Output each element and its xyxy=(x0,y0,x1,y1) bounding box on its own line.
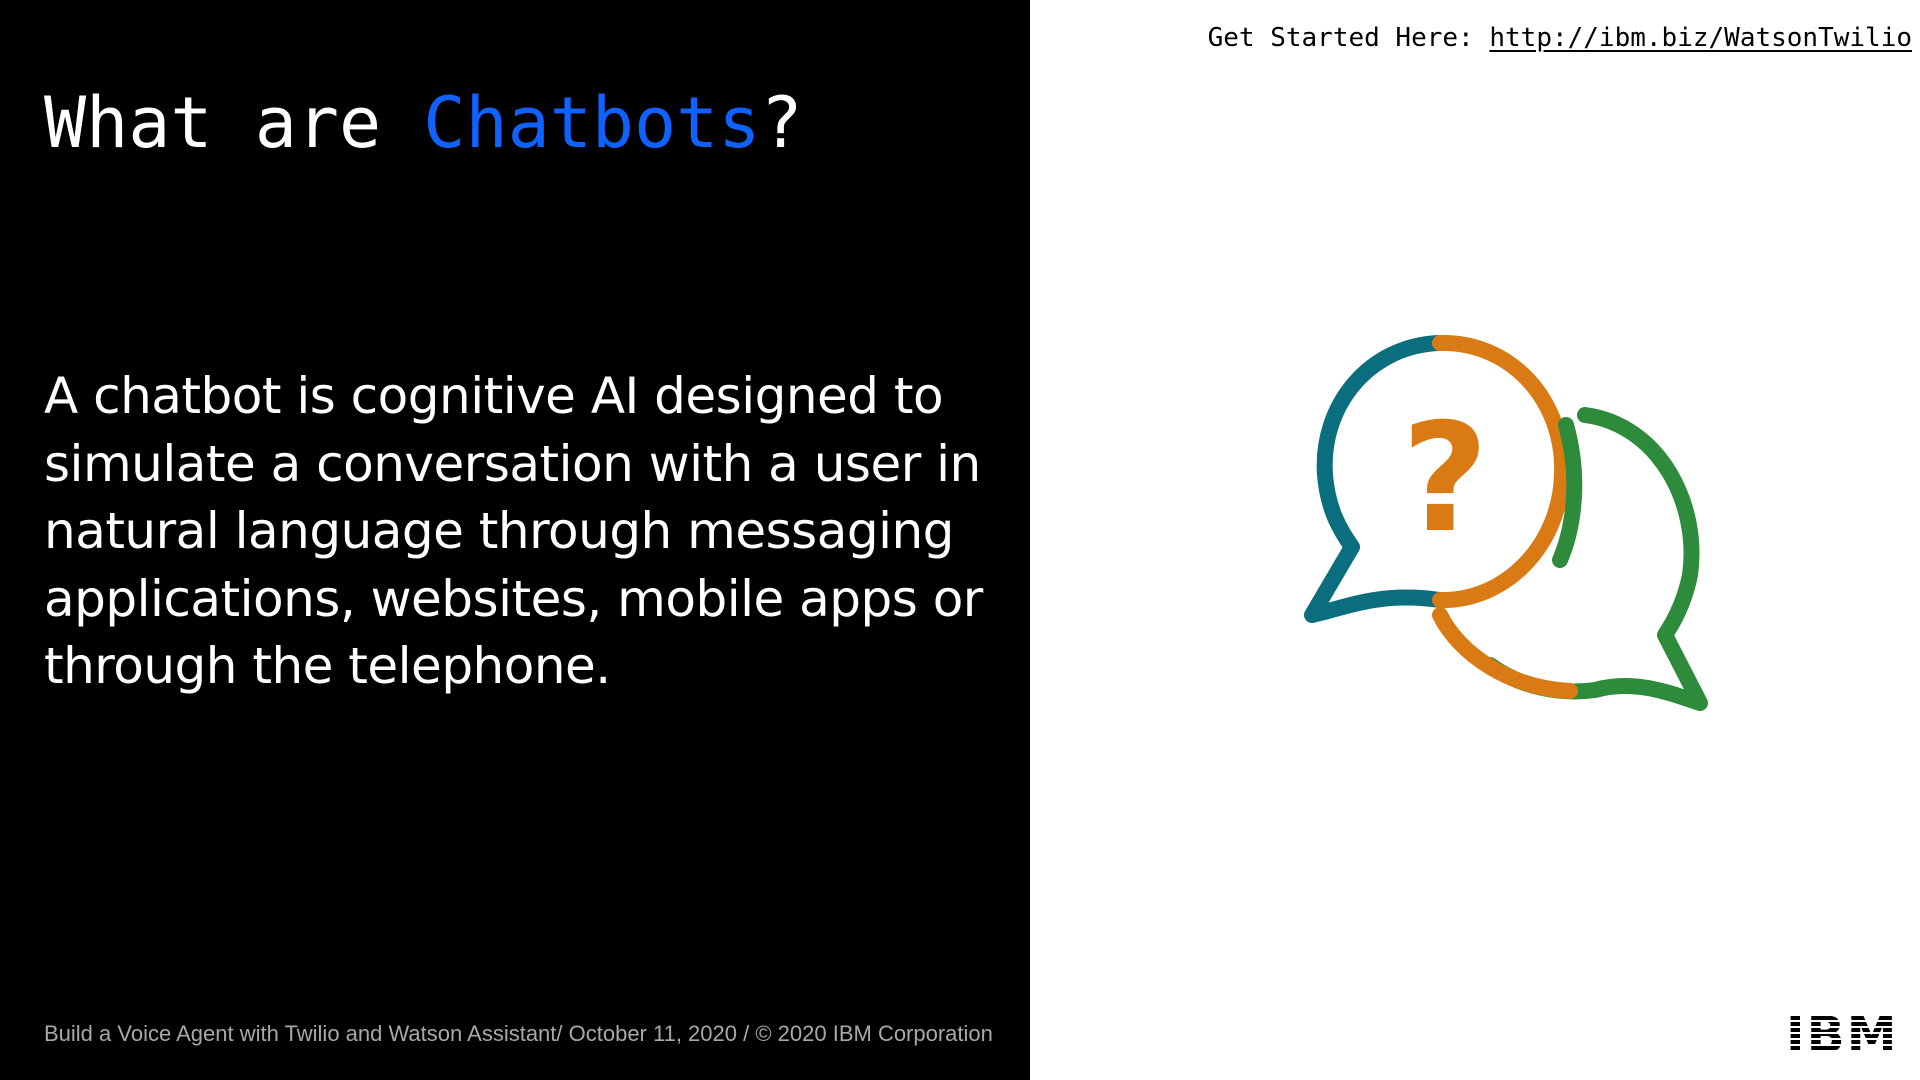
left-panel: What are Chatbots? A chatbot is cognitiv… xyxy=(0,0,1030,1080)
title-highlight: Chatbots xyxy=(423,82,761,164)
orange-lower-arc-icon xyxy=(1432,607,1578,699)
body-text: A chatbot is cognitive AI designed to si… xyxy=(44,367,983,695)
ibm-logo-text: IBM xyxy=(1786,1006,1899,1064)
title-prefix: What are xyxy=(44,82,424,164)
get-started-line: Get Started Here: http://ibm.biz/WatsonT… xyxy=(1208,20,1912,56)
get-started-label: Get Started Here: xyxy=(1207,23,1490,53)
slide: What are Chatbots? A chatbot is cognitiv… xyxy=(0,0,1920,1080)
ibm-logo: IBM xyxy=(1786,1010,1910,1060)
page-title: What are Chatbots? xyxy=(44,78,803,168)
get-started-link[interactable]: http://ibm.biz/WatsonTwilio xyxy=(1489,23,1912,53)
title-suffix: ? xyxy=(760,82,803,164)
footer-text: Build a Voice Agent with Twilio and Wats… xyxy=(44,1021,993,1046)
question-mark-icon: ? xyxy=(1401,392,1488,566)
chat-bubbles-question-icon: ? xyxy=(1304,334,1708,711)
